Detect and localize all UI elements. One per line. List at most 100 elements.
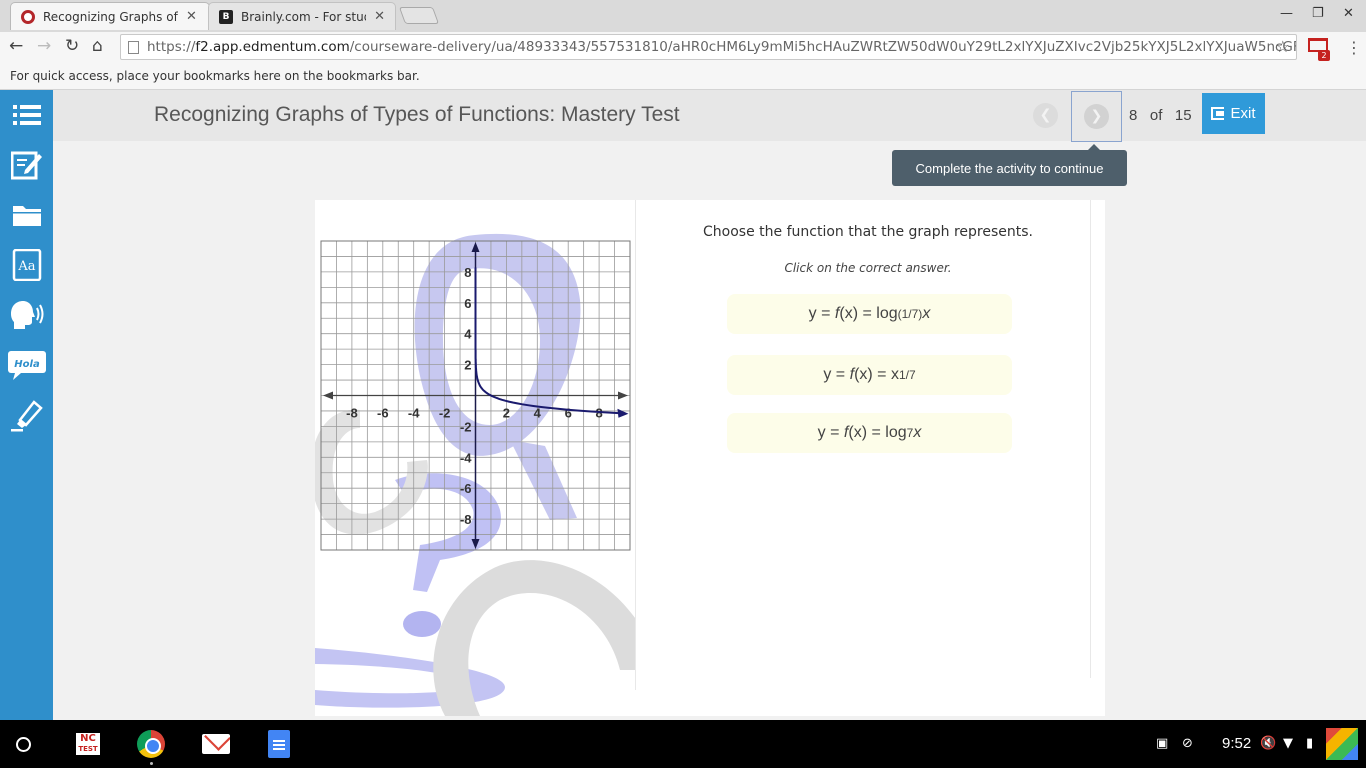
bookmarks-hint: For quick access, place your bookmarks h…	[10, 69, 420, 83]
close-tab-icon[interactable]: ✕	[186, 9, 197, 24]
x-tick-label: -6	[377, 406, 389, 421]
x-tick-label: 2	[503, 406, 510, 421]
forward-icon[interactable]: →	[37, 36, 51, 56]
app-header: Recognizing Graphs of Types of Functions…	[53, 90, 1366, 142]
y-tick-label: 2	[464, 358, 471, 373]
choice-lhs: y =	[808, 305, 831, 322]
nc-test-app-icon[interactable]: NC TEST	[76, 733, 100, 755]
reload-icon[interactable]: ↻	[65, 36, 79, 56]
text-to-speech-icon[interactable]	[0, 292, 53, 338]
choice-arg: (x) = log	[848, 424, 907, 441]
folder-icon[interactable]	[0, 192, 53, 238]
question-prompt: Choose the function that the graph repre…	[703, 224, 1033, 240]
choice-lhs: y =	[823, 366, 846, 383]
notifications-off-icon[interactable]: ⊘	[1182, 736, 1193, 751]
restore-icon[interactable]: ❐	[1312, 6, 1324, 21]
wifi-icon[interactable]: ▼	[1283, 736, 1293, 751]
page-current: 8	[1129, 107, 1138, 124]
question-card: -8 -6 -4 -2 2 4 6 8 8 6 4 2 -2 -4 -6 -8 Choose the func…	[315, 200, 1105, 716]
x-axis-arrow-left	[323, 391, 333, 400]
close-tab-icon[interactable]: ✕	[374, 9, 385, 24]
page-counter: 8 of 15	[1129, 107, 1192, 124]
page-total: 15	[1174, 107, 1192, 124]
highlighter-icon[interactable]	[0, 392, 53, 438]
bookmark-star-icon[interactable]: ☆	[1276, 37, 1290, 56]
notepad-icon[interactable]	[0, 142, 53, 188]
minimize-icon[interactable]: —	[1280, 6, 1293, 21]
docs-app-icon[interactable]	[268, 730, 290, 758]
translate-label: Hola	[14, 359, 40, 370]
tab-title: Brainly.com - For studen	[241, 9, 366, 24]
edmentum-favicon-icon	[21, 9, 35, 24]
y-tick-label: 8	[464, 265, 471, 280]
tab-title: Recognizing Graphs of T	[43, 9, 178, 24]
clock[interactable]: 9:52	[1222, 735, 1251, 752]
launcher-icon[interactable]	[16, 737, 31, 752]
choice-lhs: y =	[817, 424, 840, 441]
exit-button[interactable]: Exit	[1202, 93, 1265, 134]
tab-edmentum[interactable]: Recognizing Graphs of T ✕	[10, 2, 210, 30]
curve-arrow	[617, 408, 629, 418]
volume-muted-icon[interactable]: 🔇	[1260, 736, 1276, 751]
choice-sub: (1/7)	[897, 307, 923, 321]
gmail-app-icon[interactable]	[202, 734, 230, 754]
close-window-icon[interactable]: ✕	[1343, 6, 1354, 21]
running-indicator	[150, 762, 153, 765]
tab-brainly[interactable]: B Brainly.com - For studen ✕	[208, 2, 396, 30]
battery-icon[interactable]: ▮	[1306, 736, 1313, 751]
tooltip: Complete the activity to continue	[892, 144, 1127, 186]
new-tab-button[interactable]	[398, 7, 440, 24]
tool-sidebar: Aa Hola	[0, 90, 53, 720]
next-question-button[interactable]: ❯	[1084, 104, 1109, 129]
chevron-left-icon: ❮	[1039, 107, 1052, 123]
y-tick-label: 6	[464, 296, 471, 311]
dictionary-icon[interactable]: Aa	[0, 242, 53, 288]
answer-choice-2[interactable]: y = f (x) = x 1/7	[727, 355, 1012, 395]
browser-menu-icon[interactable]: ⋮	[1346, 38, 1362, 57]
y-tick-label: -6	[460, 481, 472, 496]
gmail-badge: 2	[1318, 50, 1330, 61]
previous-question-button[interactable]: ❮	[1033, 103, 1058, 128]
answer-choice-3[interactable]: y = f (x) = log 7 x	[727, 413, 1012, 453]
page-title: Recognizing Graphs of Types of Functions…	[154, 103, 680, 126]
answer-choice-1[interactable]: y = f (x) = log (1/7) x	[727, 294, 1012, 334]
panel-divider	[635, 200, 636, 690]
url-host: f2.app.edmentum.com	[195, 39, 350, 55]
choice-tail: x	[922, 305, 931, 322]
choice-arg: (x) = x	[854, 366, 899, 383]
exit-icon	[1211, 107, 1225, 120]
x-tick-label: -8	[346, 406, 358, 421]
brainly-favicon-icon: B	[219, 9, 233, 24]
function-graph: -8 -6 -4 -2 2 4 6 88642-2-4-6-8	[315, 233, 635, 716]
choice-sup: 1/7	[898, 368, 916, 382]
dictionary-label: Aa	[17, 259, 35, 274]
x-axis-arrow-right	[618, 391, 628, 400]
next-question-focus-ring: ❯	[1071, 91, 1122, 142]
back-icon[interactable]: ←	[9, 36, 23, 56]
user-avatar[interactable]	[1326, 728, 1358, 760]
address-bar[interactable]: https://f2.app.edmentum.com/courseware-d…	[120, 34, 1297, 60]
x-tick-label: 6	[565, 406, 572, 421]
x-tick-label: -2	[439, 406, 451, 421]
question-instruction: Click on the correct answer.	[784, 261, 952, 275]
menu-icon[interactable]	[0, 92, 53, 138]
choice-arg: (x) = log	[839, 305, 898, 322]
image-icon[interactable]: ▣	[1156, 736, 1168, 751]
translate-icon[interactable]: Hola	[0, 342, 53, 388]
exit-label: Exit	[1230, 105, 1256, 122]
test-label: TEST	[78, 745, 98, 753]
page-of: of	[1149, 107, 1163, 124]
home-icon[interactable]: ⌂	[92, 36, 103, 56]
url-path: /courseware-delivery/ua/48933343/5575318…	[349, 39, 1297, 55]
tab-strip: Recognizing Graphs of T ✕ B Brainly.com …	[0, 0, 1366, 32]
y-tick-label: -8	[460, 512, 472, 527]
chrome-app-icon[interactable]	[137, 730, 165, 758]
x-tick-label: -4	[408, 406, 420, 421]
page-info-icon[interactable]	[128, 41, 139, 54]
url-prefix: https://	[147, 39, 196, 55]
browser-toolbar: ← → ↻ ⌂ https://f2.app.edmentum.com/cour…	[0, 32, 1366, 63]
y-tick-label: -2	[460, 419, 472, 434]
y-tick-label: -4	[460, 450, 472, 465]
nc-label: NC	[80, 733, 96, 744]
chevron-right-icon: ❯	[1090, 108, 1103, 124]
